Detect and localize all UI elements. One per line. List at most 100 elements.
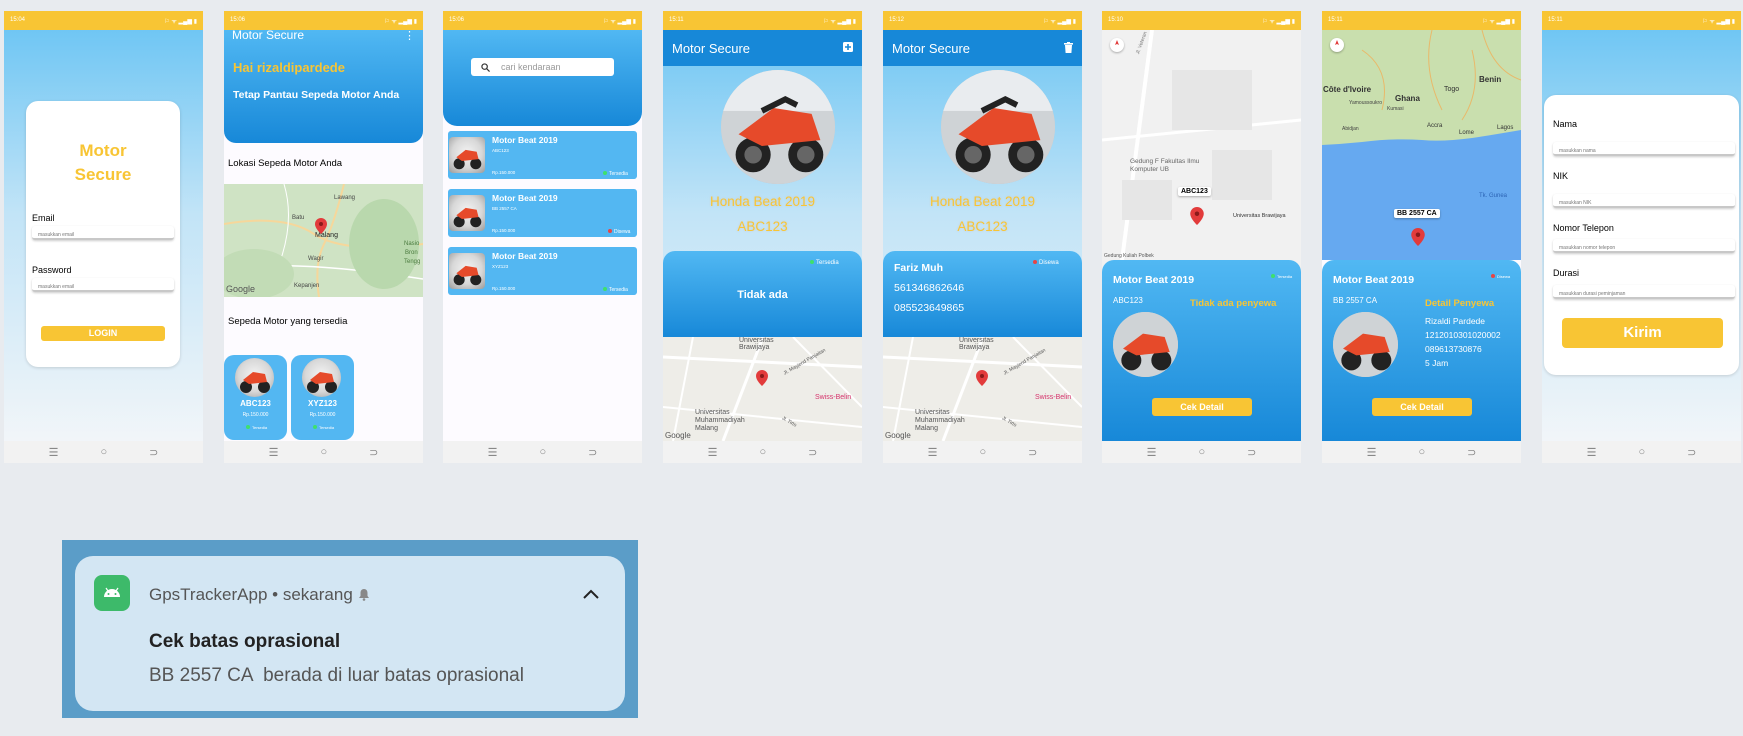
map-pin-icon[interactable] [976, 370, 988, 386]
nav-back-button[interactable]: ⊃ [808, 446, 817, 459]
item-name: Motor Beat 2019 [492, 135, 558, 145]
status-icons: ⚐ ᯤ ▂▄▆ ▮ [1262, 19, 1295, 25]
add-icon[interactable] [843, 42, 853, 52]
status-icons: ⚐ ᯤ ▂▄▆ ▮ [1043, 19, 1076, 25]
track-map-out-screen: 15:11 ⚐ ᯤ ▂▄▆ ▮ Côte d'Ivoire Ghana Togo … [1322, 11, 1521, 463]
status-icons: ⚐ ᯤ ▂▄▆ ▮ [1482, 19, 1515, 25]
nav-back-button[interactable]: ⊃ [588, 446, 597, 459]
nav-home-button[interactable]: ○ [101, 446, 108, 458]
search-input[interactable]: cari kendaraan [471, 58, 614, 76]
detail-map[interactable]: Universitas Brawijaya Jl. Mayjend Panjai… [883, 337, 1082, 441]
email-field[interactable]: masukkan email [32, 226, 174, 240]
durasi-field[interactable]: masukkan durasi peminjaman [1553, 285, 1735, 299]
rent-form-screen: 15:11 ⚐ ᯤ ▂▄▆ ▮ Nama masukkan nama NIK ma… [1542, 11, 1741, 463]
nav-home-button[interactable]: ○ [321, 446, 328, 458]
motor-photo [721, 70, 835, 184]
app-title-line2: Secure [74, 165, 132, 184]
status-bar: 15:11 ⚐ ᯤ ▂▄▆ ▮ [663, 11, 862, 30]
nama-field[interactable]: masukkan nama [1553, 142, 1735, 156]
pin-label: BB 2557 CA [1394, 209, 1440, 218]
nav-home-button[interactable]: ○ [1199, 446, 1206, 458]
bell-icon [358, 589, 369, 601]
nav-home-button[interactable]: ○ [980, 446, 987, 458]
renter-duration: 5 Jam [1425, 358, 1449, 368]
nav-back-button[interactable]: ⊃ [149, 446, 158, 459]
login-button[interactable]: LOGIN [41, 326, 165, 341]
home-map[interactable]: Lawang Batu Malang Wagir Kepanjen Nasio … [224, 184, 423, 297]
nama-label: Nama [1553, 119, 1578, 129]
phone-field[interactable]: masukkan nomor telepon [1553, 239, 1735, 253]
nik-field[interactable]: masukkan NIK [1553, 194, 1735, 208]
map-label: Gedung Kuliah Polbek [1104, 253, 1154, 259]
nav-recent-button[interactable]: ☰ [488, 446, 498, 459]
detail-available-screen: 15:11 ⚐ ᯤ ▂▄▆ ▮ Motor Secure Honda Beat 2… [663, 11, 862, 463]
nav-back-button[interactable]: ⊃ [369, 446, 378, 459]
nav-bar: ☰ ○ ⊃ [224, 441, 423, 463]
nav-home-button[interactable]: ○ [1419, 446, 1426, 458]
map-pin-icon[interactable] [1411, 228, 1425, 246]
status-bar: 15:12 ⚐ ᯤ ▂▄▆ ▮ [883, 11, 1082, 30]
renter-nik: 1212010301020002 [1425, 330, 1501, 340]
submit-button[interactable]: Kirim [1562, 318, 1723, 348]
nav-home-button[interactable]: ○ [1639, 446, 1646, 458]
status-time: 15:10 [1108, 17, 1124, 23]
track-map[interactable]: Côte d'Ivoire Ghana Togo Benin Yamoussou… [1322, 30, 1521, 260]
nav-recent-button[interactable]: ☰ [708, 446, 718, 459]
map-roads [1102, 30, 1301, 260]
nav-bar: ☰ ○ ⊃ [4, 441, 203, 463]
track-card: Motor Beat 2019 Tersedia ABC123 Tidak ad… [1102, 260, 1301, 441]
compass-icon[interactable] [1110, 38, 1124, 52]
nav-recent-button[interactable]: ☰ [1587, 446, 1597, 459]
nav-bar: ☰ ○ ⊃ [883, 441, 1082, 463]
nav-recent-button[interactable]: ☰ [1367, 446, 1377, 459]
login-card: Motor Secure Email masukkan email Passwo… [26, 101, 180, 367]
status-icons: ⚐ ᯤ ▂▄▆ ▮ [1702, 19, 1735, 25]
home-screen: 15:06 ⚐ ᯤ ▂▄▆ ▮ Motor Secure ⋮ Hai rizald… [224, 11, 423, 463]
map-roads [663, 337, 862, 441]
delete-icon[interactable] [1064, 42, 1073, 53]
nav-recent-button[interactable]: ☰ [1147, 446, 1157, 459]
list-item[interactable]: Motor Beat 2019 BB 2557 CA Rp.150.000 Di… [448, 189, 637, 237]
detail-map[interactable]: Universitas Brawijaya Jl. Mayjend Panjai… [663, 337, 862, 441]
motor-status: Tersedia [313, 425, 334, 430]
nav-recent-button[interactable]: ☰ [928, 446, 938, 459]
motor-name: Honda Beat 2019 [709, 194, 816, 209]
motor-name: Honda Beat 2019 [929, 194, 1036, 209]
compass-icon[interactable] [1330, 38, 1344, 52]
appbar-title: Motor Secure [892, 41, 971, 56]
renter-none: Tidak ada [737, 289, 788, 301]
map-label: Tengg [404, 259, 421, 265]
header-subtitle: Tetap Pantau Sepeda Motor Anda [233, 89, 400, 101]
track-map[interactable]: Jl. Veteran Gedung F Fakultas Ilmu Kompu… [1102, 30, 1301, 260]
check-detail-button[interactable]: Cek Detail [1372, 398, 1472, 416]
map-pin-icon[interactable] [756, 370, 768, 386]
motor-card[interactable]: XYZ123 Rp.150.000 Tersedia [291, 355, 354, 440]
notification-card[interactable]: GpsTrackerApp • sekarang Cek batas opras… [75, 556, 625, 711]
status-bar: 15:10 ⚐ ᯤ ▂▄▆ ▮ [1102, 11, 1301, 30]
notification-title: Cek batas oprasional [149, 631, 341, 652]
nav-home-button[interactable]: ○ [540, 446, 547, 458]
nav-recent-button[interactable]: ☰ [49, 446, 59, 459]
map-label: Kepanjen [294, 283, 320, 289]
map-pin-icon[interactable] [315, 218, 327, 234]
map-label: Ghana [1395, 94, 1420, 103]
check-detail-button[interactable]: Cek Detail [1152, 398, 1252, 416]
notification-header: GpsTrackerApp • sekarang [149, 585, 370, 605]
status-time: 15:11 [669, 17, 684, 23]
card-title: Motor Beat 2019 [1333, 274, 1415, 286]
map-pin-icon[interactable] [1190, 207, 1204, 225]
nav-recent-button[interactable]: ☰ [269, 446, 279, 459]
nav-back-button[interactable]: ⊃ [1467, 446, 1476, 459]
motor-card[interactable]: ABC123 Rp.150.000 Tersedia [224, 355, 287, 440]
chevron-up-icon[interactable] [582, 588, 600, 600]
menu-dots-icon[interactable]: ⋮ [404, 29, 415, 42]
greeting: Hai rizaldipardede [233, 60, 345, 75]
nav-home-button[interactable]: ○ [760, 446, 767, 458]
separator: • [272, 585, 279, 604]
nav-back-button[interactable]: ⊃ [1028, 446, 1037, 459]
list-item[interactable]: Motor Beat 2019 XYZ123 Rp.150.000 Tersed… [448, 247, 637, 295]
nav-back-button[interactable]: ⊃ [1247, 446, 1256, 459]
list-item[interactable]: Motor Beat 2019 ABC123 Rp.150.000 Tersed… [448, 131, 637, 179]
nav-back-button[interactable]: ⊃ [1687, 446, 1696, 459]
password-field[interactable]: masukkan email [32, 278, 174, 292]
